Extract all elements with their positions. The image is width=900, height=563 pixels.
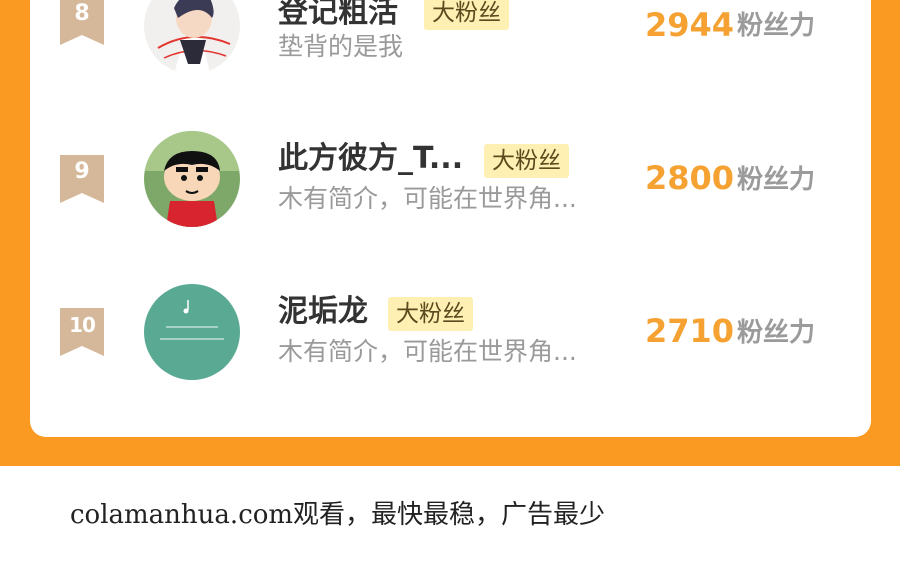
ranking-row-8[interactable]: 8 登记粗活 大粉丝 垫背的是我 2944 粉丝力 <box>0 0 900 85</box>
fan-name[interactable]: 此方彼方_T... <box>278 141 463 177</box>
fan-bio: 垫背的是我 <box>278 32 404 61</box>
fan-score-label: 粉丝力 <box>737 318 816 348</box>
avatar[interactable] <box>144 284 240 380</box>
fan-level-badge: 大粉丝 <box>424 0 509 30</box>
rank-number: 10 <box>69 313 96 337</box>
ranking-row-10[interactable]: 10 泥垢龙 大粉丝 木有简介，可能在世界角... 2710 粉丝力 <box>0 284 900 391</box>
fan-level-badge: 大粉丝 <box>388 297 473 331</box>
watermark-text: colamanhua.com观看，最快最稳，广告最少 <box>70 500 606 530</box>
fan-score: 2800 <box>645 159 735 197</box>
fan-score-label: 粉丝力 <box>737 165 816 195</box>
fan-score-label: 粉丝力 <box>737 11 816 41</box>
rank-ribbon-icon: 8 <box>60 0 104 45</box>
fan-score: 2944 <box>645 6 735 44</box>
fan-bio: 木有简介，可能在世界角... <box>278 337 577 366</box>
fan-name[interactable]: 泥垢龙 <box>278 294 368 330</box>
fan-bio: 木有简介，可能在世界角... <box>278 184 577 213</box>
fan-name[interactable]: 登记粗活 <box>278 0 398 31</box>
rank-number: 9 <box>74 159 90 184</box>
ranking-row-9[interactable]: 9 此方彼方_T... 大粉丝 木有简介，可能在世界角... 2800 粉丝力 <box>0 131 900 238</box>
fan-level-badge: 大粉丝 <box>484 144 569 178</box>
avatar[interactable] <box>144 131 240 227</box>
rank-ribbon-icon: 9 <box>60 155 104 203</box>
rank-number: 8 <box>74 1 90 26</box>
avatar[interactable] <box>144 0 240 74</box>
fan-score: 2710 <box>645 312 735 350</box>
rank-ribbon-icon: 10 <box>60 308 104 356</box>
